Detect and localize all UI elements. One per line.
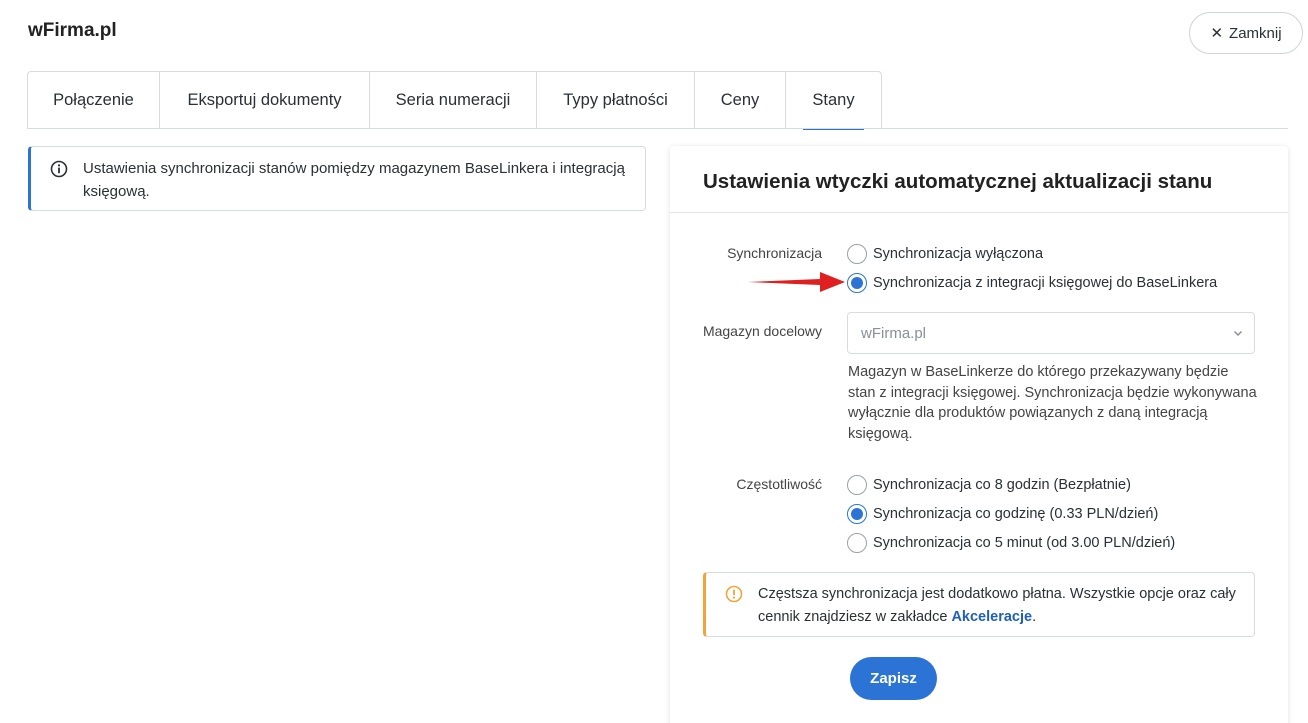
radio-label: Synchronizacja wyłączona [873,246,1044,262]
warning-text: Częstsza synchronizacja jest dodatkowo p… [758,586,1236,625]
warning-alert: Częstsza synchronizacja jest dodatkowo p… [703,572,1255,637]
warehouse-select[interactable]: wFirma.pl [847,312,1255,354]
close-label: Zamknij [1229,24,1282,42]
tab-stock[interactable]: Stany [786,72,881,130]
radio-button[interactable] [847,475,867,495]
radio-label: Synchronizacja co godzinę (0.33 PLN/dzie… [873,506,1159,522]
tab-prices[interactable]: Ceny [695,72,786,129]
close-icon: ✕ [1210,25,1224,42]
radio-frequency-1h[interactable]: Synchronizacja co godzinę (0.33 PLN/dzie… [847,504,1158,524]
chevron-down-icon [1232,326,1244,343]
radio-label: Synchronizacja co 8 godzin (Bezpłatnie) [873,477,1131,493]
info-text: Ustawienia synchronizacji stanów pomiędz… [83,160,625,200]
accelerations-link[interactable]: Akceleracje [951,609,1032,625]
radio-sync-from-accounting[interactable]: Synchronizacja z integracji księgowej do… [847,273,1217,293]
info-icon [50,160,68,183]
app-title: wFirma.pl [28,20,117,41]
tab-payment-types[interactable]: Typy płatności [537,72,695,129]
save-button[interactable]: Zapisz [850,657,937,700]
settings-panel: Ustawienia wtyczki automatycznej aktuali… [670,146,1288,723]
radio-frequency-8h[interactable]: Synchronizacja co 8 godzin (Bezpłatnie) [847,475,1131,495]
tab-connection[interactable]: Połączenie [28,72,160,129]
tab-numbering-series[interactable]: Seria numeracji [370,72,537,129]
warehouse-value: wFirma.pl [861,324,927,342]
close-button[interactable]: ✕ Zamknij [1189,12,1303,54]
radio-button-checked[interactable] [847,273,867,293]
panel-title: Ustawienia wtyczki automatycznej aktuali… [703,170,1213,193]
tab-export-documents[interactable]: Eksportuj dokumenty [160,72,370,129]
tabs-divider [27,128,1288,129]
arrow-pointer-icon [748,272,845,292]
radio-button[interactable] [847,244,867,264]
warehouse-help-text: Magazyn w BaseLinkerze do którego przeka… [848,364,1257,442]
warning-icon [725,585,743,608]
radio-sync-off[interactable]: Synchronizacja wyłączona [847,244,1043,264]
radio-label: Synchronizacja co 5 minut (od 3.00 PLN/d… [873,535,1176,551]
warehouse-label: Magazyn docelowy [702,323,822,339]
radio-button-checked[interactable] [847,504,867,524]
radio-button[interactable] [847,533,867,553]
radio-label: Synchronizacja z integracji księgowej do… [873,275,1218,291]
frequency-label: Częstotliwość [736,476,822,492]
sync-label: Synchronizacja [727,245,822,261]
info-alert: Ustawienia synchronizacji stanów pomiędz… [28,146,646,211]
radio-frequency-5min[interactable]: Synchronizacja co 5 minut (od 3.00 PLN/d… [847,533,1175,553]
panel-divider [670,212,1288,213]
tab-bar: Połączenie Eksportuj dokumenty Seria num… [27,71,882,130]
